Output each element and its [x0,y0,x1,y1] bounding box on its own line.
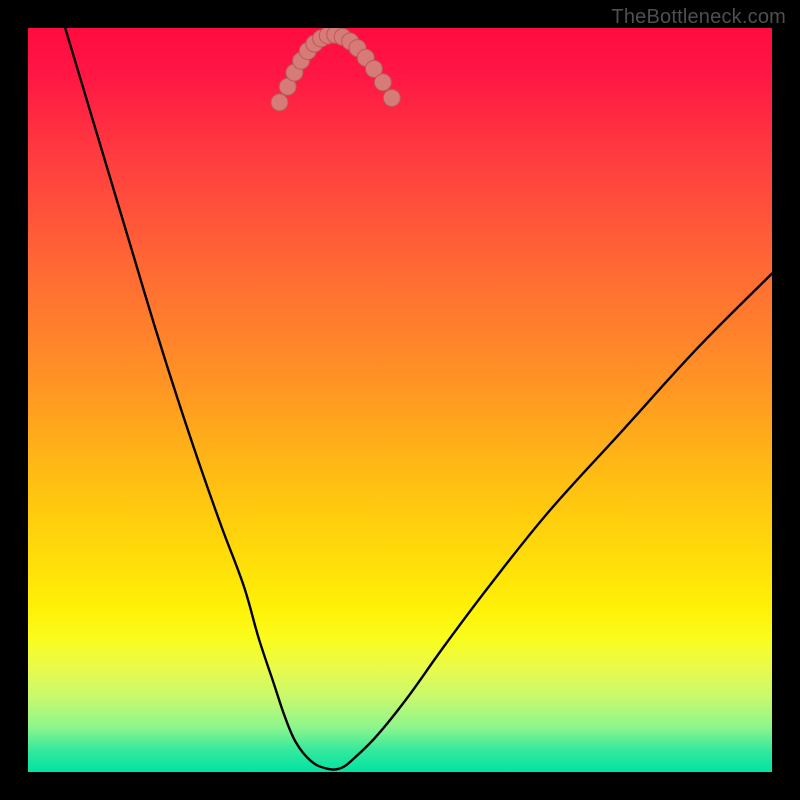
curve-marker [383,89,400,106]
curve-layer [28,28,772,772]
curve-markers [271,28,400,111]
curve-marker [374,74,391,91]
outer-frame: TheBottleneck.com [0,0,800,800]
bottleneck-curve [65,28,772,770]
plot-area [28,28,772,772]
watermark-text: TheBottleneck.com [611,6,786,29]
curve-marker [271,94,288,111]
